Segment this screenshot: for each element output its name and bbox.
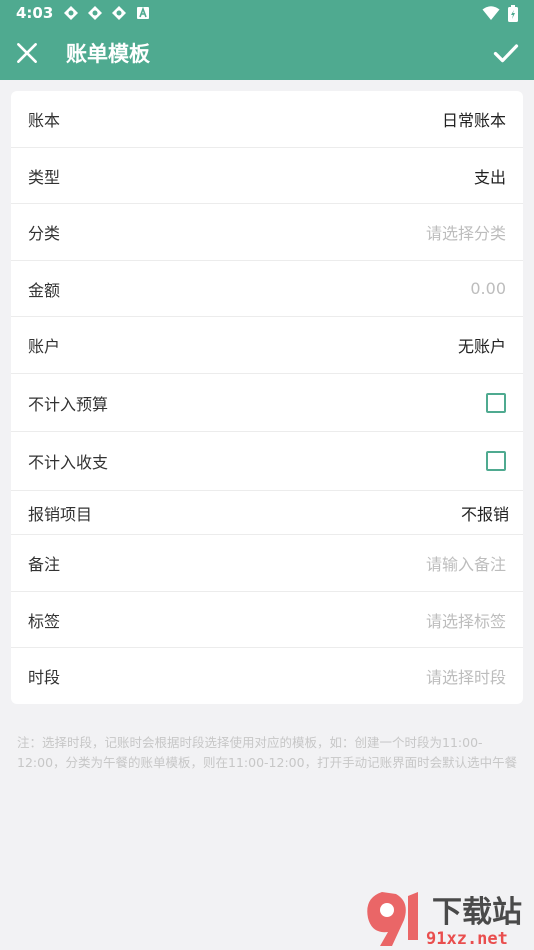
time-period-note: 注：选择时段，记账时会根据时段选择使用对应的模板，如：创建一个时段为11:00-… — [17, 735, 518, 770]
watermark-domain: 91xz.net — [426, 929, 508, 948]
app-bar: 账单模板 — [0, 26, 534, 80]
amount-row[interactable]: 金额 0.00 — [11, 261, 523, 317]
exclude-budget-row[interactable]: 不计入预算 — [11, 374, 523, 432]
account-book-label: 账本 — [28, 111, 61, 130]
battery-icon — [508, 4, 518, 22]
reimburse-label: 报销项目 — [28, 504, 93, 524]
amount-label: 金额 — [28, 280, 61, 300]
exclude-income-expense-row[interactable]: 不计入收支 — [11, 432, 523, 491]
category-label: 分类 — [28, 224, 61, 243]
app-notification-icon — [88, 6, 103, 20]
page-title: 账单模板 — [66, 42, 150, 66]
watermark-logo: 下载站 91xz.net — [367, 892, 522, 949]
type-row[interactable]: 类型 支出 — [11, 148, 523, 204]
account-book-row[interactable]: 账本 日常账本 — [11, 91, 523, 148]
account-row[interactable]: 账户 无账户 — [11, 317, 523, 374]
remark-label: 备注 — [28, 555, 61, 574]
exclude-income-expense-checkbox[interactable] — [486, 451, 506, 471]
reimburse-row[interactable]: 报销项目 不报销 — [11, 491, 523, 535]
account-label: 账户 — [28, 337, 61, 356]
reimburse-value: 不报销 — [460, 504, 509, 524]
category-row[interactable]: 分类 请选择分类 — [11, 204, 523, 261]
exclude-budget-checkbox[interactable] — [486, 392, 506, 413]
tags-placeholder: 请选择标签 — [425, 611, 506, 631]
account-value: 无账户 — [457, 337, 506, 356]
tags-row[interactable]: 标签 请选择标签 — [11, 592, 523, 648]
remark-input[interactable]: 请输入备注 — [426, 551, 506, 575]
check-icon[interactable] — [492, 39, 520, 67]
status-time: 4:03 — [16, 4, 54, 22]
close-icon[interactable] — [14, 40, 40, 66]
amount-input[interactable]: 0.00 — [470, 279, 506, 298]
type-value: 支出 — [473, 167, 506, 187]
tags-label: 标签 — [28, 611, 61, 631]
category-placeholder: 请选择分类 — [425, 224, 506, 243]
template-form: 账本 日常账本 类型 支出 分类 请选择分类 金额 0.00 账户 无账户 不计… — [11, 91, 523, 704]
status-bar: 4:03 — [0, 0, 534, 26]
exclude-income-expense-label: 不计入收支 — [28, 453, 109, 472]
watermark: 下载站 91xz.net — [362, 884, 532, 949]
time-period-label: 时段 — [28, 668, 61, 687]
remark-row[interactable]: 备注 请输入备注 — [11, 535, 523, 592]
account-book-value: 日常账本 — [441, 111, 506, 130]
time-period-placeholder: 请选择时段 — [425, 668, 506, 687]
app-notification-icon — [112, 6, 127, 20]
text-notification-icon — [137, 6, 150, 19]
exclude-budget-label: 不计入预算 — [28, 394, 109, 414]
wifi-icon — [482, 6, 500, 20]
type-label: 类型 — [28, 167, 61, 187]
time-period-row[interactable]: 时段 请选择时段 — [11, 648, 523, 704]
watermark-brand: 下载站 — [432, 895, 522, 930]
app-notification-icon — [64, 6, 79, 20]
